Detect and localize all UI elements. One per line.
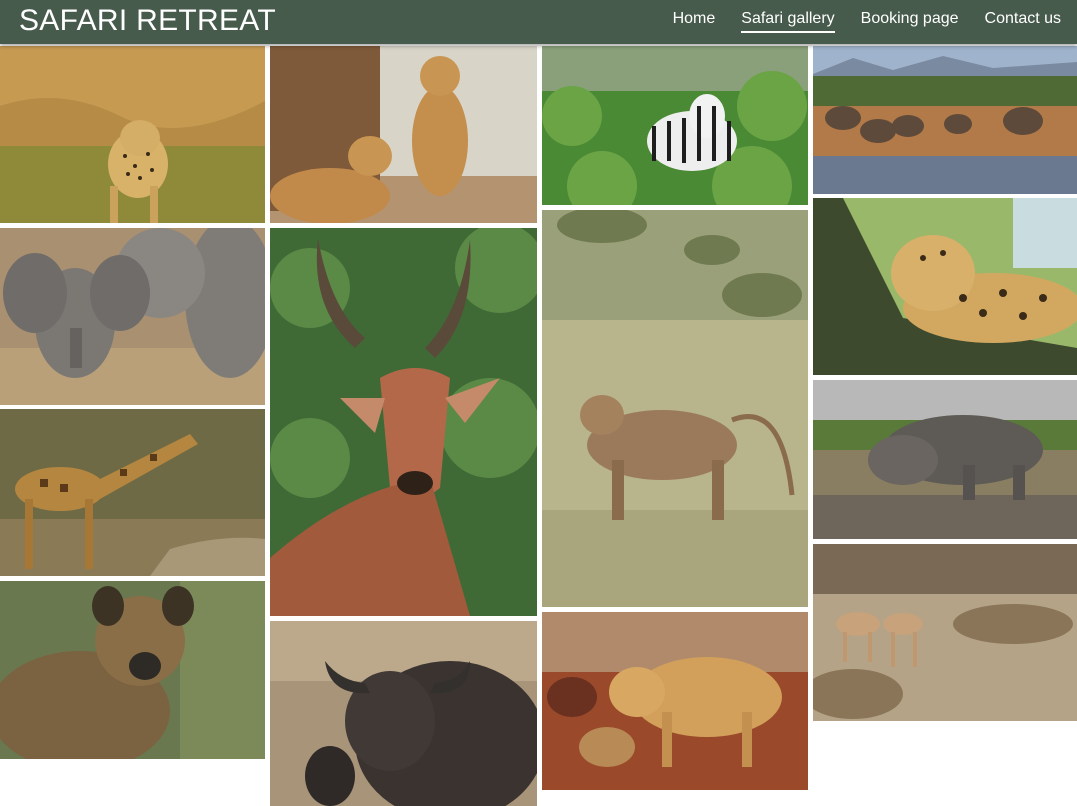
gallery-photo-buffalo[interactable] [270, 621, 537, 806]
gallery-photo-leopard[interactable] [813, 198, 1077, 375]
gallery-photo-hyena[interactable] [0, 581, 265, 759]
nav-home-link[interactable]: Home [673, 9, 716, 33]
page: SAFARI RETREAT Home Safari gallery Booki… [0, 0, 1077, 806]
gallery-photo-cheetah[interactable] [0, 46, 265, 223]
gallery-photo-impala[interactable] [270, 228, 537, 616]
main-nav: Home Safari gallery Booking page Contact… [673, 9, 1061, 33]
gallery-photo-lionesses[interactable] [270, 46, 537, 223]
gallery-photo-zebras[interactable] [542, 46, 808, 205]
gallery-photo-rhinos[interactable] [813, 380, 1077, 539]
gallery-photo-antelopes[interactable] [813, 544, 1077, 721]
gallery-photo-elephant-calf[interactable] [0, 228, 265, 405]
gallery-photo-baboon[interactable] [542, 210, 808, 607]
nav-contact-us-link[interactable]: Contact us [985, 9, 1061, 33]
nav-booking-page-link[interactable]: Booking page [861, 9, 959, 33]
site-logo[interactable]: SAFARI RETREAT [19, 4, 276, 38]
site-header: SAFARI RETREAT Home Safari gallery Booki… [0, 0, 1077, 44]
nav-safari-gallery-link[interactable]: Safari gallery [741, 9, 835, 33]
gallery-photo-elephant-herd[interactable] [813, 46, 1077, 194]
gallery-photo-giraffe[interactable] [0, 409, 265, 576]
gallery-photo-lion-with-cubs[interactable] [542, 612, 808, 790]
